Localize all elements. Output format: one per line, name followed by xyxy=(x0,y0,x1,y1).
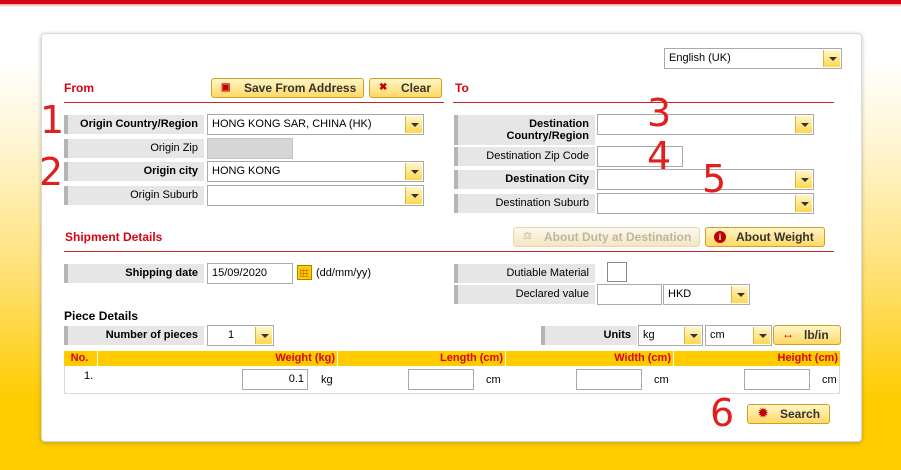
length-input[interactable] xyxy=(408,369,474,390)
shipment-divider xyxy=(64,251,834,252)
currency-select[interactable]: HKD xyxy=(663,284,750,305)
chevron-down-icon[interactable] xyxy=(405,187,422,204)
destination-country-label: Destination Country/Region xyxy=(454,115,595,145)
col-header-width: Width (cm) xyxy=(505,351,673,366)
destination-city-label: Destination City xyxy=(454,170,595,189)
about-duty-button[interactable]: ⚖ About Duty at Destination xyxy=(513,227,700,247)
col-header-height: Height (cm) xyxy=(673,351,840,366)
search-icon: ✹ xyxy=(758,406,769,420)
annotation-5: 5 xyxy=(702,157,727,201)
piece-table-header: No. Weight (kg) Length (cm) Width (cm) H… xyxy=(64,351,840,366)
shipment-section-title: Shipment Details xyxy=(65,230,163,244)
close-icon: ✖ xyxy=(379,82,388,93)
calendar-icon[interactable] xyxy=(297,265,312,280)
annotation-6: 6 xyxy=(710,391,735,435)
about-weight-button[interactable]: i About Weight xyxy=(705,227,825,247)
weight-unit-value: kg xyxy=(643,329,655,341)
number-of-pieces-value: 1 xyxy=(228,329,235,341)
annotation-4: 4 xyxy=(647,134,672,178)
chevron-down-icon[interactable] xyxy=(795,116,812,133)
language-select-value: English (UK) xyxy=(669,52,731,64)
lb-in-toggle-button[interactable]: ↔ lb/in xyxy=(773,325,841,345)
dutiable-checkbox[interactable] xyxy=(607,262,627,282)
length-unit-value: cm xyxy=(710,329,725,341)
origin-country-value: HONG KONG SAR, CHINA (HK) xyxy=(212,118,372,130)
clear-button[interactable]: ✖ Clear xyxy=(369,78,442,98)
chevron-down-icon[interactable] xyxy=(795,195,812,212)
chevron-down-icon[interactable] xyxy=(731,286,748,303)
to-divider xyxy=(453,102,834,103)
destination-zip-label: Destination Zip Code xyxy=(454,147,595,166)
declared-value-input[interactable] xyxy=(597,284,662,305)
number-of-pieces-select[interactable]: 1 xyxy=(207,325,274,346)
scale-icon: ⚖ xyxy=(523,231,532,242)
length-unit-select[interactable]: cm xyxy=(705,325,772,346)
to-section-title: To xyxy=(455,81,469,95)
origin-city-value: HONG KONG xyxy=(212,165,281,177)
language-select[interactable]: English (UK) xyxy=(664,48,842,69)
destination-country-select[interactable] xyxy=(597,114,814,135)
chevron-down-icon[interactable] xyxy=(405,116,422,133)
col-header-no: No. xyxy=(70,352,89,364)
weight-input[interactable]: 0.1 xyxy=(242,369,308,390)
chevron-down-icon[interactable] xyxy=(405,163,422,180)
height-input[interactable] xyxy=(744,369,810,390)
destination-suburb-label: Destination Suburb xyxy=(454,194,595,213)
annotation-1: 1 xyxy=(40,98,65,142)
chevron-down-icon[interactable] xyxy=(684,327,701,344)
origin-country-label: Origin Country/Region xyxy=(64,115,204,134)
annotation-3: 3 xyxy=(647,91,672,135)
origin-suburb-label: Origin Suburb xyxy=(64,186,204,205)
search-button[interactable]: ✹ Search xyxy=(747,404,830,424)
shipping-date-label: Shipping date xyxy=(64,264,204,283)
chevron-down-icon[interactable] xyxy=(823,50,840,67)
col-header-length: Length (cm) xyxy=(337,351,505,366)
swap-arrows-icon: ↔ xyxy=(782,327,794,341)
from-section-title: From xyxy=(64,81,94,95)
save-icon: ▣ xyxy=(221,82,231,93)
table-row: 1. 0.1 kg cm cm cm xyxy=(64,366,840,394)
origin-country-select[interactable]: HONG KONG SAR, CHINA (HK) xyxy=(207,114,424,135)
units-label: Units xyxy=(541,326,637,345)
origin-zip-label: Origin Zip xyxy=(64,139,204,158)
length-unit-label: cm xyxy=(486,374,501,386)
number-of-pieces-label: Number of pieces xyxy=(64,326,204,345)
from-divider xyxy=(64,102,444,103)
dutiable-label: Dutiable Material xyxy=(454,264,595,283)
declared-value-label: Declared value xyxy=(454,285,595,304)
weight-unit-select[interactable]: kg xyxy=(638,325,703,346)
origin-zip-input[interactable] xyxy=(207,138,293,159)
info-icon: i xyxy=(714,231,726,243)
date-format-hint: (dd/mm/yy) xyxy=(316,267,371,279)
weight-unit-label: kg xyxy=(321,374,333,386)
currency-value: HKD xyxy=(668,288,692,300)
height-unit-label: cm xyxy=(822,374,837,386)
chevron-down-icon[interactable] xyxy=(753,327,770,344)
chevron-down-icon[interactable] xyxy=(795,171,812,188)
save-from-address-button[interactable]: ▣ Save From Address xyxy=(211,78,364,98)
origin-city-select[interactable]: HONG KONG xyxy=(207,161,424,182)
chevron-down-icon[interactable] xyxy=(255,327,272,344)
origin-suburb-select[interactable] xyxy=(207,185,424,206)
origin-city-label: Origin city xyxy=(64,162,204,181)
annotation-2: 2 xyxy=(39,150,64,194)
shipping-date-input[interactable]: 15/09/2020 xyxy=(207,263,293,284)
row-number: 1. xyxy=(84,370,94,382)
width-input[interactable] xyxy=(576,369,642,390)
piece-details-title: Piece Details xyxy=(64,309,139,323)
col-header-weight: Weight (kg) xyxy=(97,351,337,366)
width-unit-label: cm xyxy=(654,374,669,386)
top-brand-bar-shadow xyxy=(0,4,901,7)
